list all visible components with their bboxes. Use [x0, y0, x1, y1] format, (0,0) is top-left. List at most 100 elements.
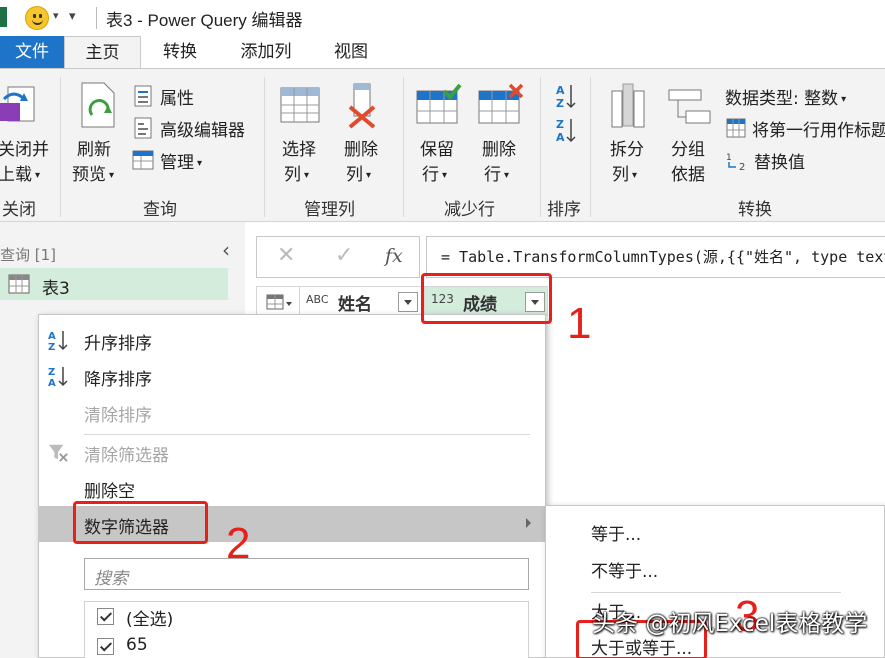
- excel-app-icon: [0, 7, 7, 27]
- svg-text:A: A: [48, 378, 56, 387]
- keep-rows-button[interactable]: 保留 行 ▾: [414, 69, 466, 189]
- advanced-editor-icon: [134, 117, 152, 139]
- confirm-icon[interactable]: ✓: [335, 243, 353, 268]
- remove-rows-button[interactable]: 删除 行 ▾: [476, 69, 528, 189]
- tab-file[interactable]: 文件: [0, 36, 64, 68]
- formula-input[interactable]: = Table.TransformColumnTypes(源,{{"姓名", t…: [426, 236, 885, 278]
- group-by-button[interactable]: 分组 依据: [666, 69, 718, 189]
- chevron-down-icon[interactable]: ▾: [53, 9, 59, 22]
- remove-columns-line2: 列 ▾: [346, 165, 372, 185]
- choose-columns-icon: [280, 87, 320, 123]
- group-label-reduce-rows: 减少行: [444, 200, 495, 220]
- use-first-row-as-headers-button[interactable]: 将第一行用作标题: [724, 115, 885, 141]
- query-item[interactable]: 表3: [0, 268, 228, 300]
- refresh-icon: [81, 82, 115, 128]
- keep-rows-icon: [416, 83, 462, 124]
- replace-values-label: 替换值: [754, 153, 805, 173]
- group-separator: [403, 77, 404, 217]
- annotation-box-2: [73, 501, 208, 544]
- replace-values-icon: 1 2: [726, 153, 745, 171]
- menu-item-clear-sort[interactable]: 清除排序: [39, 394, 545, 430]
- formula-buttons: ✕ ✓ fx: [256, 236, 420, 278]
- remove-columns-icon: [348, 83, 376, 129]
- data-type-label: 数据类型: 整数 ▾: [725, 89, 847, 109]
- group-separator: [264, 77, 265, 217]
- split-column-line2: 列 ▾: [612, 165, 638, 185]
- table-menu-icon: [266, 294, 292, 310]
- properties-icon: [134, 85, 152, 107]
- remove-rows-line1: 删除: [482, 140, 516, 160]
- title-bar: ▾ ▾ 表3 - Power Query 编辑器: [0, 0, 885, 36]
- advanced-editor-button[interactable]: 高级编辑器: [132, 115, 256, 141]
- annotation-number-1: 1: [567, 299, 592, 348]
- manage-label: 管理 ▾: [160, 153, 203, 173]
- tab-home[interactable]: 主页: [64, 36, 141, 68]
- group-label-transform: 转换: [738, 200, 772, 220]
- checkbox[interactable]: [97, 638, 114, 655]
- smiley-icon[interactable]: [25, 6, 49, 30]
- submenu-item-equals[interactable]: 等于...: [591, 520, 641, 545]
- column-header-name[interactable]: ABC 姓名: [299, 286, 425, 316]
- customize-quick-access-icon[interactable]: ▾: [69, 9, 76, 24]
- svg-text:Z: Z: [556, 97, 564, 109]
- refresh-line1: 刷新: [77, 140, 111, 160]
- close-load-line1: 关闭并: [0, 140, 49, 160]
- group-by-icon: [668, 89, 711, 124]
- cancel-icon[interactable]: ✕: [277, 243, 295, 268]
- close-load-icon: [0, 86, 35, 122]
- manage-button[interactable]: 管理 ▾: [132, 147, 222, 173]
- submenu-item-not-equals[interactable]: 不等于...: [591, 557, 658, 582]
- table-icon: [8, 274, 30, 294]
- text-type-icon: ABC: [306, 293, 329, 306]
- sort-ascending-icon[interactable]: A Z: [556, 83, 576, 109]
- submenu-separator: [591, 592, 841, 593]
- filter-value-list: (全选) 65: [84, 601, 529, 658]
- svg-text:A: A: [556, 84, 565, 97]
- watermark-handle: @初风Excel表格教学: [645, 611, 868, 637]
- checkbox[interactable]: [97, 608, 114, 625]
- svg-text:1: 1: [726, 153, 732, 163]
- queries-header: 查询 [1]: [0, 246, 57, 264]
- title-separator: [96, 7, 97, 29]
- split-column-button[interactable]: 拆分 列 ▾: [604, 69, 656, 189]
- collapse-pane-icon[interactable]: ‹: [222, 238, 230, 262]
- svg-text:Z: Z: [556, 118, 564, 131]
- submenu-arrow-icon: [526, 518, 531, 528]
- formula-bar: ✕ ✓ fx = Table.TransformColumnTypes(源,{{…: [256, 236, 885, 278]
- svg-text:Z: Z: [48, 367, 55, 378]
- column-filter-button[interactable]: [398, 292, 418, 312]
- keep-rows-line1: 保留: [420, 140, 454, 160]
- properties-button[interactable]: 属性: [132, 83, 252, 109]
- table-menu-button[interactable]: [256, 286, 300, 316]
- group-separator: [540, 77, 541, 217]
- advanced-editor-label: 高级编辑器: [160, 121, 245, 141]
- filter-value-label: (全选): [126, 610, 174, 630]
- remove-columns-line1: 删除: [344, 140, 378, 160]
- refresh-preview-button[interactable]: 刷新 预览 ▾: [66, 69, 128, 189]
- filter-search-input[interactable]: 搜索: [84, 558, 529, 590]
- tab-view[interactable]: 视图: [313, 36, 389, 68]
- tab-add-column[interactable]: 添加列: [219, 36, 313, 68]
- sort-descending-icon: Z A: [48, 367, 68, 387]
- menu-item-sort-descending[interactable]: Z A 降序排序: [39, 358, 545, 394]
- menu-item-label: 清除筛选器: [84, 446, 169, 466]
- svg-text:Z: Z: [48, 342, 55, 351]
- remove-columns-button[interactable]: 删除 列 ▾: [338, 69, 390, 189]
- menu-item-label: 升序排序: [84, 334, 152, 354]
- search-placeholder: 搜索: [94, 569, 128, 589]
- group-label-manage-columns: 管理列: [304, 200, 355, 220]
- replace-values-button[interactable]: 1 2 替换值: [724, 147, 844, 173]
- svg-text:A: A: [556, 131, 565, 143]
- ribbon-tabs: 文件 主页 转换 添加列 视图: [0, 36, 885, 68]
- use-first-row-label: 将第一行用作标题: [752, 121, 885, 141]
- fx-icon[interactable]: fx: [385, 245, 403, 267]
- menu-item-clear-filter[interactable]: 清除筛选器: [39, 434, 545, 470]
- column-name-label: 姓名: [338, 295, 372, 315]
- keep-rows-line2: 行 ▾: [422, 165, 448, 185]
- choose-columns-button[interactable]: 选择 列 ▾: [276, 69, 328, 189]
- tab-transform[interactable]: 转换: [141, 36, 219, 68]
- data-type-dropdown[interactable]: 数据类型: 整数 ▾: [724, 83, 874, 109]
- sort-descending-icon[interactable]: Z A: [556, 117, 576, 143]
- close-load-button[interactable]: 关闭并 上载 ▾: [0, 69, 58, 189]
- menu-item-sort-ascending[interactable]: A Z 升序排序: [39, 322, 545, 358]
